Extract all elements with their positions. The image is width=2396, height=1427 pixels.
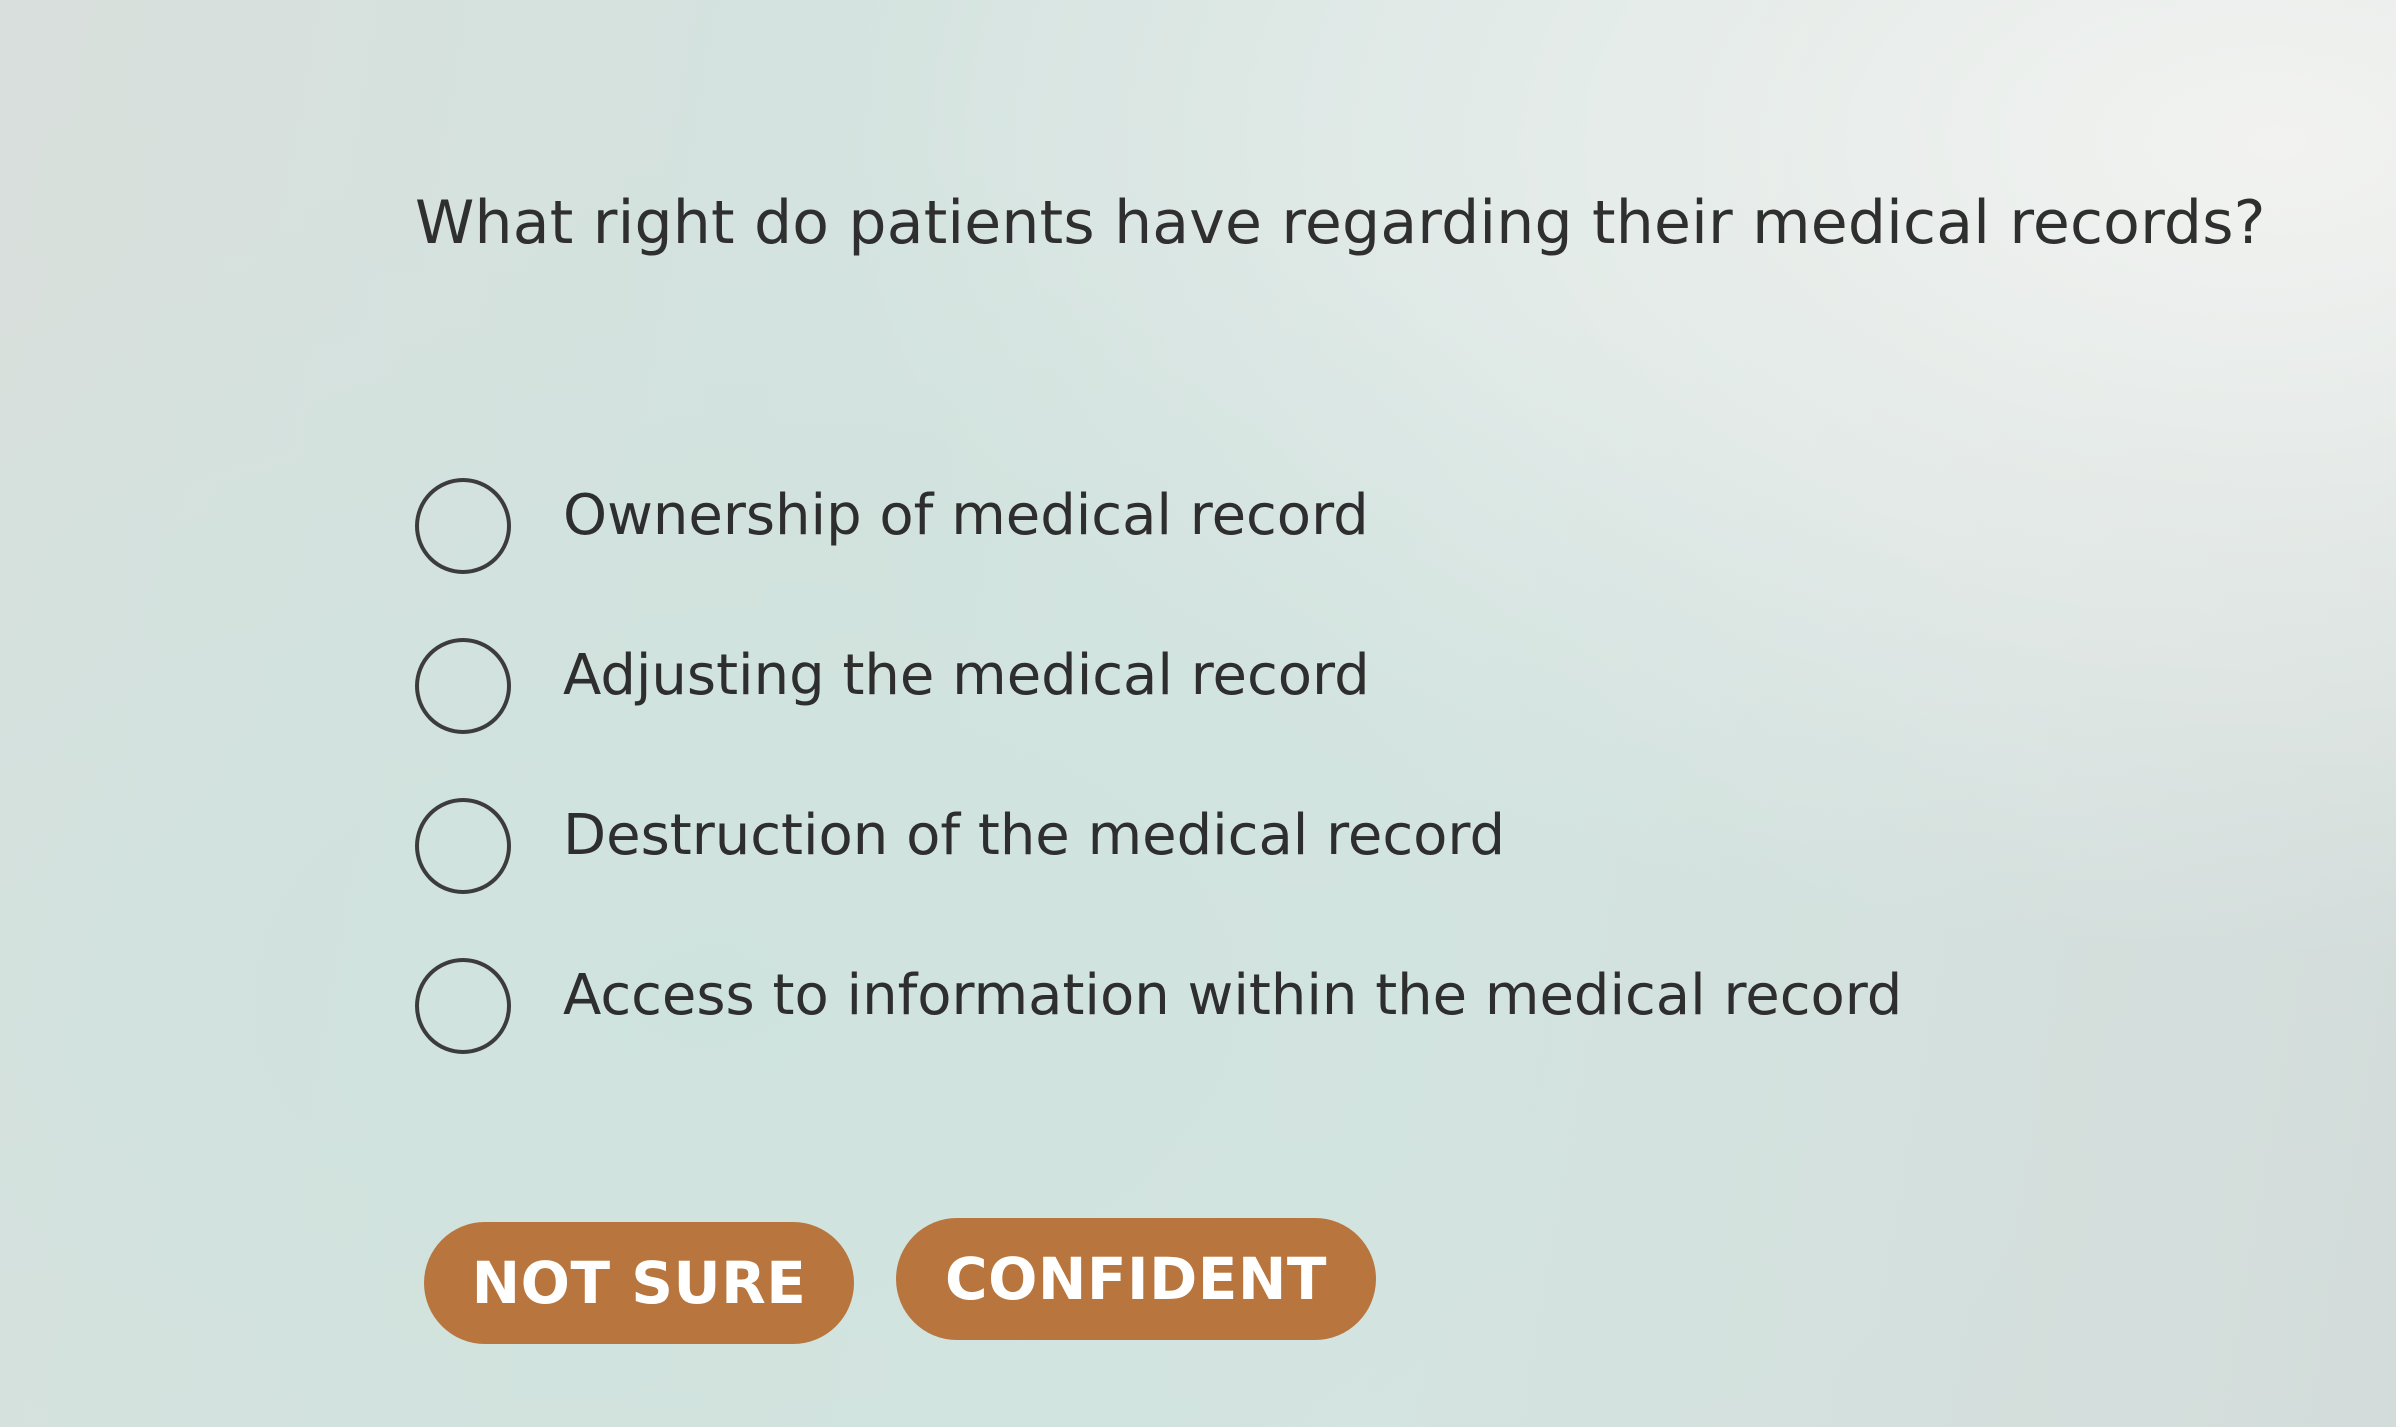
question-text: What right do patients have regarding th… (415, 188, 2266, 258)
answer-option-label: Adjusting the medical record (563, 642, 1370, 708)
answer-option-destruction[interactable]: Destruction of the medical record (415, 766, 1915, 926)
confident-button[interactable]: CONFIDENT (896, 1218, 1376, 1340)
answer-option-ownership[interactable]: Ownership of medical record (415, 446, 1915, 606)
quiz-screen: What right do patients have regarding th… (0, 0, 2396, 1427)
confidence-buttons: NOT SURE CONFIDENT (424, 1218, 1376, 1344)
answer-option-adjusting[interactable]: Adjusting the medical record (415, 606, 1915, 766)
radio-button[interactable] (415, 798, 511, 894)
not-sure-button[interactable]: NOT SURE (424, 1222, 854, 1344)
radio-button[interactable] (415, 478, 511, 574)
radio-button[interactable] (415, 958, 511, 1054)
answer-option-label: Access to information within the medical… (563, 962, 1903, 1028)
answer-options: Ownership of medical record Adjusting th… (415, 446, 1915, 1086)
answer-option-access[interactable]: Access to information within the medical… (415, 926, 1915, 1086)
answer-option-label: Destruction of the medical record (563, 802, 1506, 868)
radio-button[interactable] (415, 638, 511, 734)
answer-option-label: Ownership of medical record (563, 482, 1369, 548)
